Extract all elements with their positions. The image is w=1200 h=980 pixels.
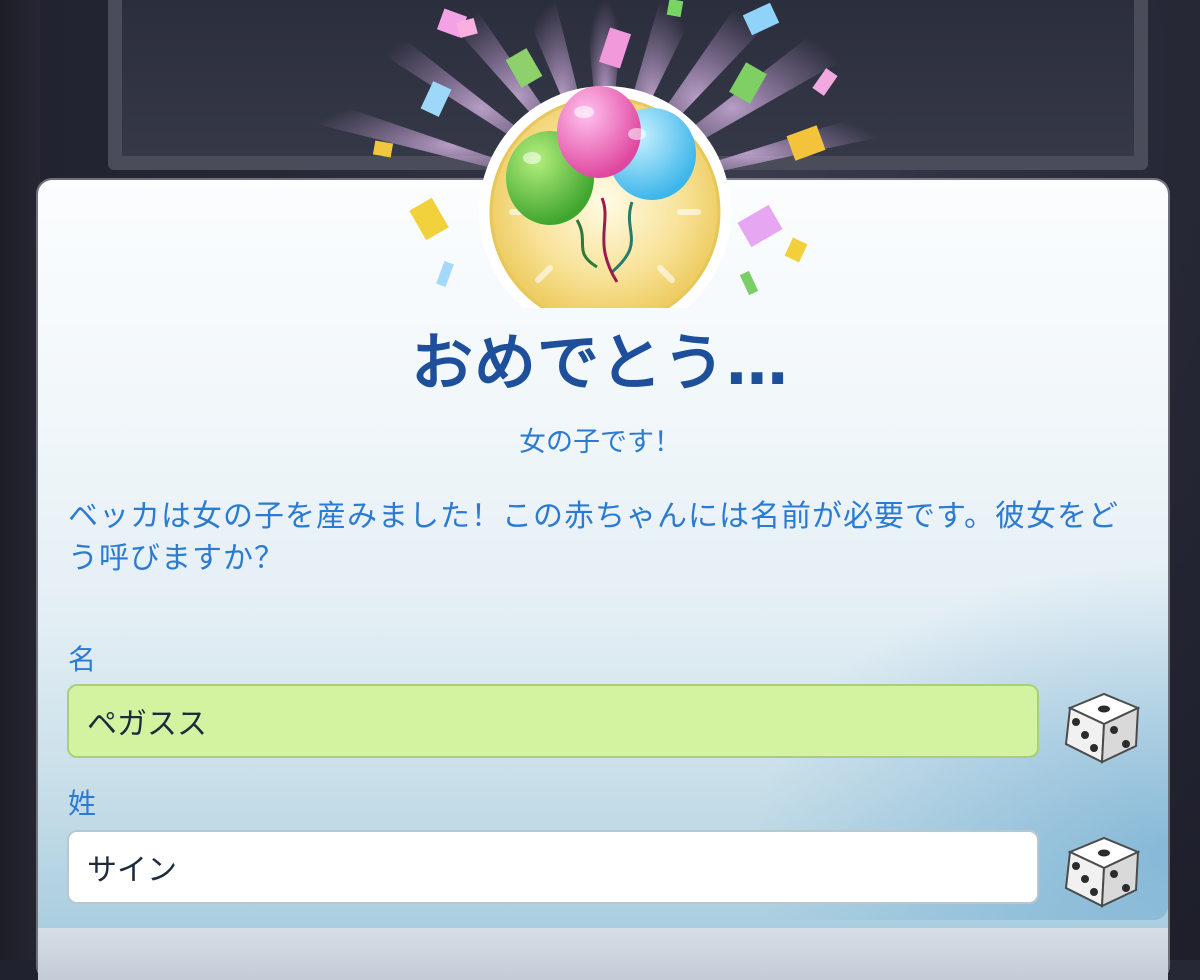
dialog-subtitle: 女の子です！ (519, 427, 681, 458)
balloons-icon (479, 86, 731, 308)
background-wall (0, 0, 40, 960)
first-name-input[interactable] (67, 684, 1039, 758)
last-name-label: 姓 (68, 787, 97, 820)
last-name-input[interactable] (67, 830, 1039, 904)
dialog-message: ベッカは女の子を産みました！この赤ちゃんには名前が必要です。彼女をどう呼びますか… (68, 499, 1119, 576)
dice-icon[interactable] (1056, 830, 1144, 910)
dialog-title: おめでとう… (410, 326, 789, 399)
first-name-label: 名 (68, 643, 97, 676)
dice-icon[interactable] (1056, 686, 1144, 766)
